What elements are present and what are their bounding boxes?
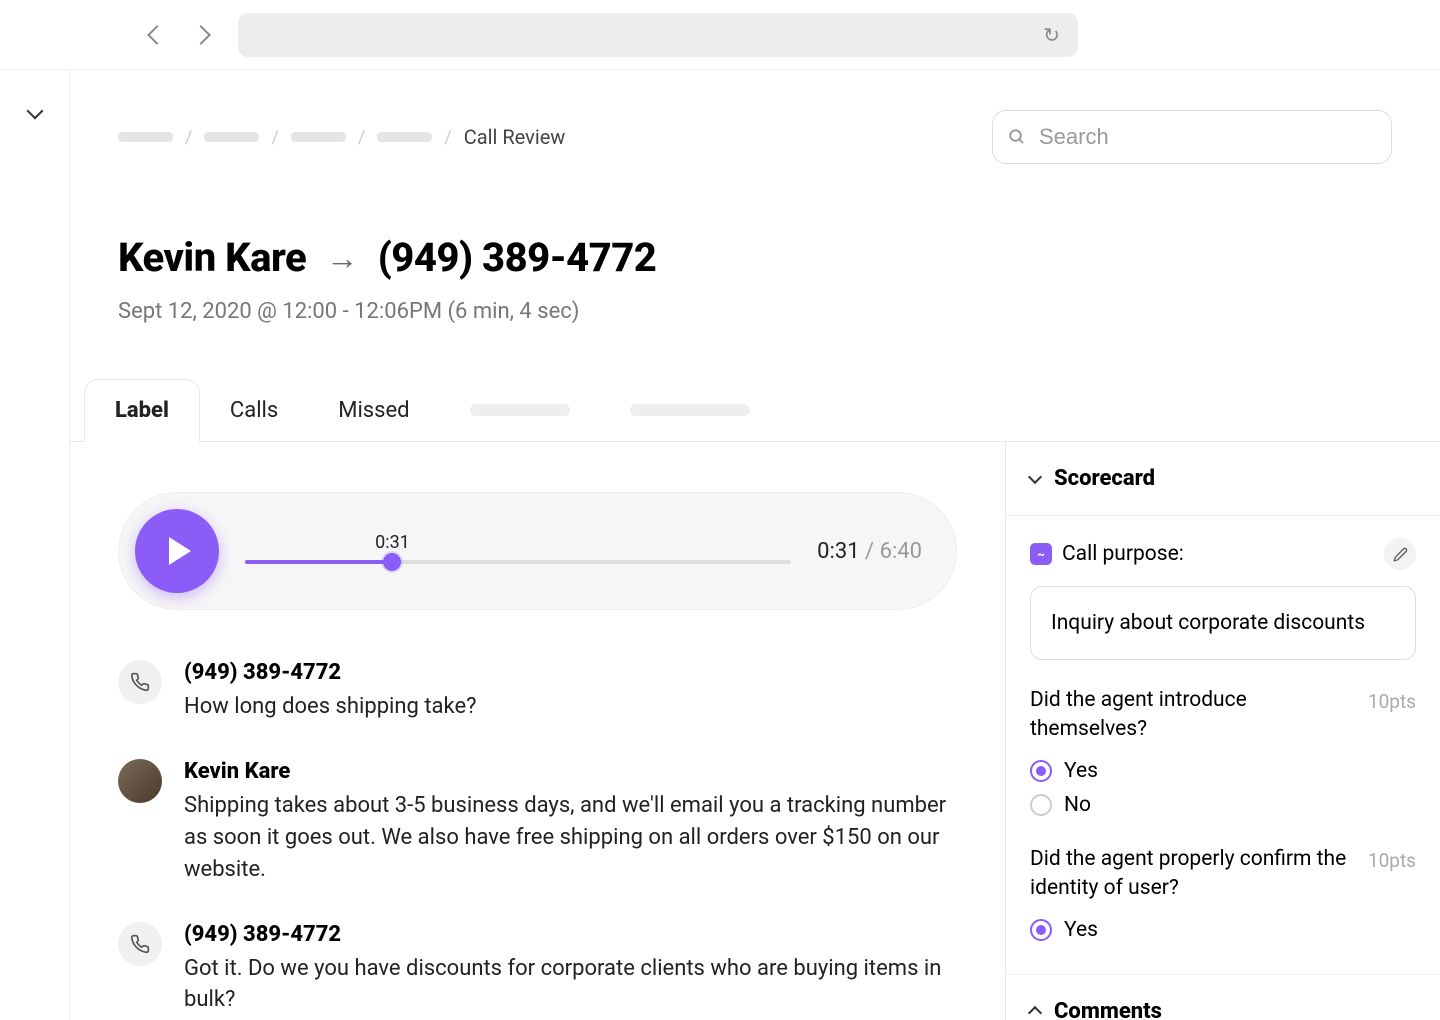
call-timestamp: Sept 12, 2020 @ 12:00 - 12:06PM (6 min, …: [118, 299, 1392, 324]
browser-chrome: ↻: [0, 0, 1440, 70]
breadcrumb: / / / / Call Review: [118, 110, 1392, 164]
page-title: Kevin Kare → (949) 389-4772: [118, 234, 1392, 281]
search-icon: [1008, 128, 1026, 146]
radio-icon: [1030, 919, 1052, 941]
transcript-message: (949) 389-4772 How long does shipping ta…: [118, 660, 957, 723]
score-points: 10pts: [1368, 849, 1416, 872]
message-speaker: Kevin Kare: [184, 759, 957, 784]
timeline-progress: [245, 560, 392, 564]
breadcrumb-item[interactable]: [377, 132, 432, 142]
sidebar-toggle[interactable]: [26, 103, 43, 120]
score-points: 10pts: [1368, 690, 1416, 713]
arrow-right-icon: →: [326, 239, 358, 277]
play-button[interactable]: [135, 509, 219, 593]
tab-label[interactable]: Label: [84, 379, 200, 442]
time-display: 0:31 / 6:40: [817, 539, 922, 564]
breadcrumb-separator: /: [185, 127, 192, 148]
reload-icon[interactable]: ↻: [1043, 23, 1060, 47]
radio-option-no[interactable]: No: [1030, 793, 1416, 817]
score-question: Did the agent introduce themselves?: [1030, 686, 1352, 745]
timeline[interactable]: 0:31: [245, 538, 791, 564]
transcript-message: Kevin Kare Shipping takes about 3-5 busi…: [118, 759, 957, 886]
search-input[interactable]: [992, 110, 1392, 164]
tab-calls[interactable]: Calls: [200, 380, 308, 441]
url-bar[interactable]: ↻: [238, 13, 1078, 57]
breadcrumb-item[interactable]: [118, 132, 173, 142]
score-question: Did the agent properly confirm the ident…: [1030, 845, 1352, 904]
nav-arrows: [150, 28, 208, 42]
time-current: 0:31: [817, 539, 859, 564]
avatar: [118, 759, 162, 803]
tab-missed[interactable]: Missed: [308, 380, 439, 441]
caller-name: Kevin Kare: [118, 234, 306, 281]
radio-label: Yes: [1064, 918, 1098, 942]
comments-title: Comments: [1054, 999, 1162, 1020]
radio-label: No: [1064, 793, 1091, 817]
tabs: Label Calls Missed: [70, 379, 1440, 442]
forward-button[interactable]: [191, 25, 211, 45]
breadcrumb-separator: /: [444, 127, 451, 148]
phone-icon: [130, 934, 150, 954]
comments-toggle[interactable]: Comments: [1006, 975, 1440, 1020]
breadcrumb-current: Call Review: [464, 125, 566, 149]
message-speaker: (949) 389-4772: [184, 922, 957, 947]
scorecard-title: Scorecard: [1054, 466, 1155, 491]
callee-number: (949) 389-4772: [378, 234, 657, 281]
message-text: Got it. Do we you have discounts for cor…: [184, 953, 957, 1017]
transcript: (949) 389-4772 How long does shipping ta…: [118, 660, 957, 1016]
edit-button[interactable]: [1384, 538, 1416, 570]
timeline-knob[interactable]: [383, 553, 401, 571]
chevron-down-icon: [1028, 469, 1042, 483]
chevron-up-icon: [1028, 1006, 1042, 1020]
message-text: Shipping takes about 3-5 business days, …: [184, 790, 957, 886]
transcript-message: (949) 389-4772 Got it. Do we you have di…: [118, 922, 957, 1017]
radio-icon: [1030, 794, 1052, 816]
breadcrumb-separator: /: [358, 127, 365, 148]
scorecard-toggle[interactable]: Scorecard: [1006, 442, 1440, 516]
breadcrumb-separator: /: [271, 127, 278, 148]
time-total: 6:40: [880, 539, 922, 564]
radio-label: Yes: [1064, 759, 1098, 783]
avatar: [118, 660, 162, 704]
phone-icon: [130, 672, 150, 692]
back-button[interactable]: [147, 25, 167, 45]
call-purpose-label: Call purpose:: [1062, 542, 1374, 566]
audio-player: 0:31 0:31 / 6:40: [118, 492, 957, 610]
timeline-tooltip: 0:31: [375, 532, 410, 553]
tab-placeholder[interactable]: [470, 404, 570, 416]
breadcrumb-item[interactable]: [291, 132, 346, 142]
message-speaker: (949) 389-4772: [184, 660, 957, 685]
message-text: How long does shipping take?: [184, 691, 957, 723]
sidebar: [0, 70, 70, 1020]
avatar: [118, 922, 162, 966]
purpose-icon: ~: [1030, 543, 1052, 565]
play-icon: [169, 537, 191, 565]
radio-option-yes[interactable]: Yes: [1030, 759, 1416, 783]
radio-option-yes[interactable]: Yes: [1030, 918, 1416, 942]
breadcrumb-item[interactable]: [204, 132, 259, 142]
tab-placeholder[interactable]: [630, 404, 750, 416]
pencil-icon: [1393, 547, 1408, 562]
call-purpose-value[interactable]: Inquiry about corporate discounts: [1030, 586, 1416, 660]
radio-icon: [1030, 760, 1052, 782]
